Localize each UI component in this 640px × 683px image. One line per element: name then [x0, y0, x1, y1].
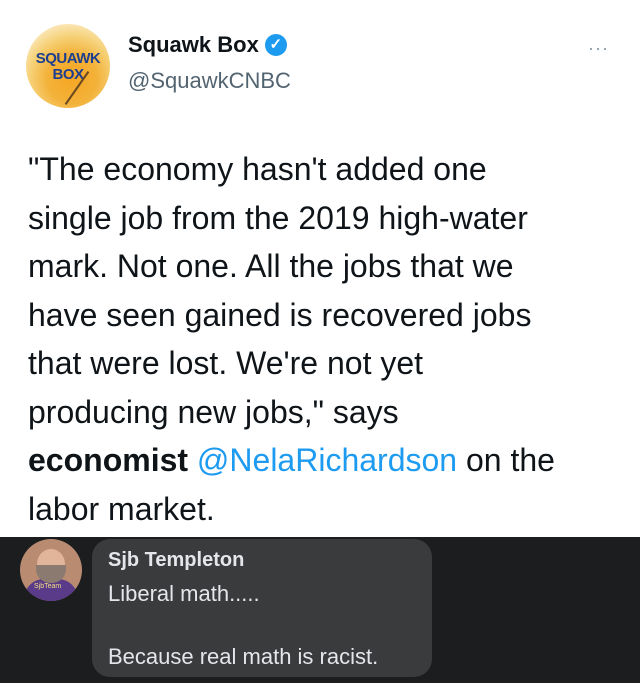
avatar-shirt-text: SjbTeam: [34, 583, 62, 590]
commenter-avatar[interactable]: SjbTeam: [20, 539, 82, 601]
tweet-text: "The economy hasn't added one single job…: [28, 145, 623, 533]
author-handle[interactable]: @SquawkCNBC: [128, 68, 291, 94]
author-display-name[interactable]: Squawk Box: [128, 32, 259, 58]
tweet-text-line: economist @NelaRichardson on the: [28, 436, 623, 485]
tweet-card: SQUAWK BOX Squawk Box ✓ @SquawkCNBC ··· …: [0, 0, 640, 537]
author-name-row: Squawk Box ✓: [128, 32, 287, 58]
verified-badge-icon: ✓: [264, 34, 287, 56]
comment-text-line: Because real math is racist.: [108, 644, 379, 669]
avatar-logo-line-2: BOX: [52, 66, 84, 83]
tweet-text-line: producing new jobs," says: [28, 393, 399, 430]
mention-link[interactable]: @NelaRichardson: [197, 442, 457, 478]
squawk-box-avatar[interactable]: SQUAWK BOX: [26, 24, 110, 108]
comment-section: SjbTeam Sjb Templeton Liberal math..... …: [0, 537, 640, 683]
bold-word: economist: [28, 442, 189, 478]
tweet-text-line: mark. Not one. All the jobs that we: [28, 248, 514, 284]
tweet-text-line: have seen gained is recovered jobs: [28, 296, 532, 333]
more-options-icon[interactable]: ···: [588, 38, 609, 59]
comment-bubble: Sjb Templeton Liberal math..... Because …: [92, 539, 432, 677]
comment-text-line: Liberal math.....: [108, 581, 260, 606]
avatar-logo-line-1: SQUAWK: [35, 50, 101, 67]
tweet-text-fragment: on the: [465, 442, 555, 478]
tweet-text-line: that were lost. We're not yet: [28, 345, 424, 381]
tweet-text-line: labor market.: [28, 490, 215, 527]
commenter-name[interactable]: Sjb Templeton: [108, 549, 244, 572]
tweet-text-line: "The economy hasn't added one: [28, 151, 487, 187]
tweet-text-line: single job from the 2019 high-water: [28, 199, 528, 236]
